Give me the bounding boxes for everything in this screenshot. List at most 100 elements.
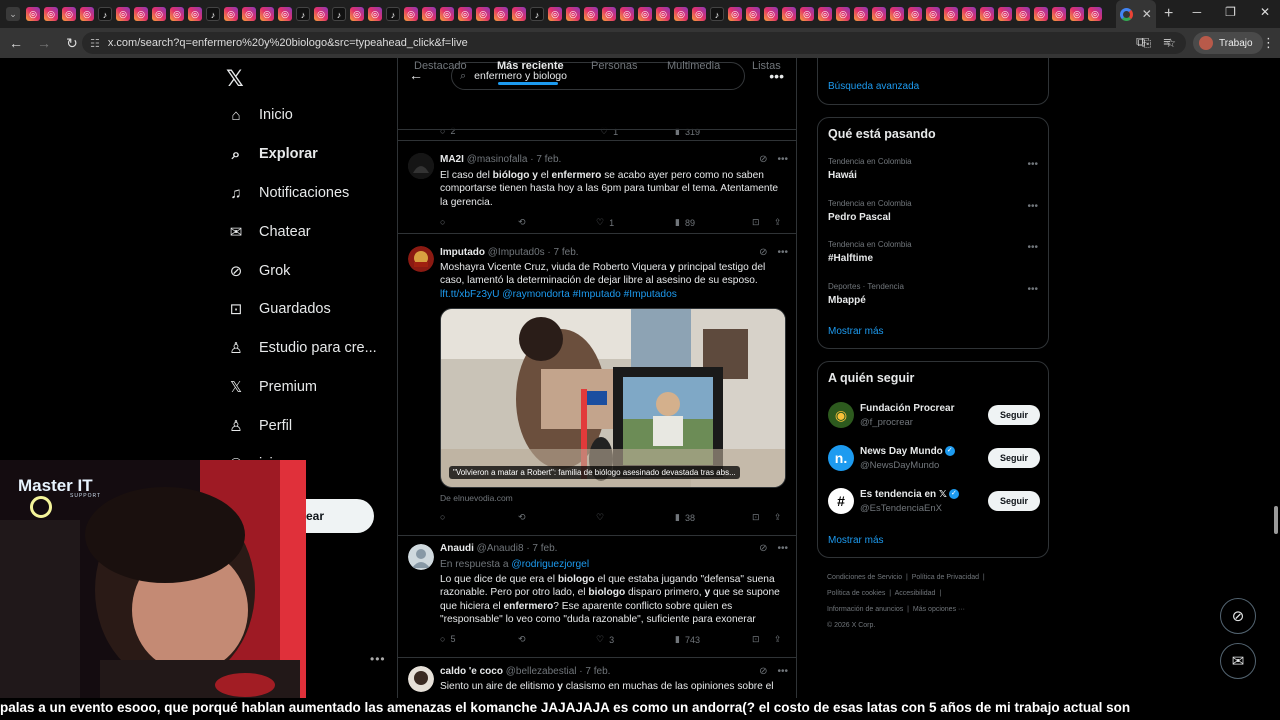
trend-more-icon[interactable]: ••• <box>1027 284 1038 295</box>
views-action[interactable]: ▮ 743 <box>675 634 700 645</box>
avatar[interactable] <box>408 153 434 179</box>
instagram-tab-icon[interactable]: ◎ <box>602 7 616 21</box>
trend-name[interactable]: Mbappé <box>828 295 866 306</box>
footer-link[interactable]: Política de Privacidad <box>912 574 979 581</box>
views-action[interactable]: ▮ 38 <box>675 512 695 523</box>
follow-suggestion[interactable]: n. News Day Mundo ✓ @NewsDayMundo Seguir <box>828 445 1040 475</box>
tab-search-icon[interactable]: ⌄ <box>6 7 20 21</box>
instagram-tab-icon[interactable]: ◎ <box>404 7 418 21</box>
follow-show-more[interactable]: Mostrar más <box>828 535 884 546</box>
instagram-tab-icon[interactable]: ◎ <box>908 7 922 21</box>
follow-button[interactable]: Seguir <box>988 405 1040 425</box>
scroll-thumb[interactable] <box>1274 506 1278 534</box>
tweet-date[interactable]: 7 feb. <box>532 543 557 554</box>
nav-item-premium[interactable]: 𝕏 Premium <box>227 378 317 396</box>
instagram-tab-icon[interactable]: ◎ <box>818 7 832 21</box>
instagram-tab-icon[interactable]: ◎ <box>692 7 706 21</box>
instagram-tab-icon[interactable]: ◎ <box>242 7 256 21</box>
instagram-tab-icon[interactable]: ◎ <box>998 7 1012 21</box>
instagram-tab-icon[interactable]: ◎ <box>746 7 760 21</box>
grok-icon[interactable]: ⊘ <box>759 247 767 258</box>
media-source[interactable]: De elnuevodia.com <box>440 493 513 503</box>
like-action[interactable]: ♡ 3 <box>596 634 614 645</box>
follow-button[interactable]: Seguir <box>988 448 1040 468</box>
instagram-tab-icon[interactable]: ◎ <box>278 7 292 21</box>
nav-item-explorar[interactable]: ⌕ Explorar <box>227 145 318 163</box>
tweet-more-icon[interactable]: ••• <box>777 154 788 165</box>
follow-name[interactable]: News Day Mundo ✓ <box>860 446 955 457</box>
instagram-tab-icon[interactable]: ◎ <box>620 7 634 21</box>
reply-to-handle[interactable]: @rodriguezjorgel <box>511 559 589 570</box>
instagram-tab-icon[interactable]: ◎ <box>1052 7 1066 21</box>
profile-button[interactable]: Trabajo <box>1193 32 1263 54</box>
instagram-tab-icon[interactable]: ◎ <box>440 7 454 21</box>
share-icon[interactable]: ⇪ <box>774 512 782 523</box>
media-control-icon[interactable]: ≡ <box>1163 34 1171 50</box>
tweet-author-handle[interactable]: @bellezabestial <box>506 666 577 677</box>
minimize-icon[interactable]: ─ <box>1193 5 1202 19</box>
forward-icon[interactable]: → <box>32 35 56 51</box>
tiktok-tab-icon[interactable]: ♪ <box>530 7 544 21</box>
grok-icon[interactable]: ⊘ <box>759 666 767 677</box>
instagram-tab-icon[interactable]: ◎ <box>962 7 976 21</box>
instagram-tab-icon[interactable]: ◎ <box>944 7 958 21</box>
instagram-tab-icon[interactable]: ◎ <box>62 7 76 21</box>
tweet-author-handle[interactable]: @Imputad0s <box>488 247 545 258</box>
tiktok-tab-icon[interactable]: ♪ <box>710 7 724 21</box>
nav-item-guardados[interactable]: ⊡ Guardados <box>227 300 331 318</box>
instagram-tab-icon[interactable]: ◎ <box>512 7 526 21</box>
tweet-more-icon[interactable]: ••• <box>777 543 788 554</box>
tab-personas[interactable]: Personas <box>591 60 637 72</box>
nav-item-chatear[interactable]: ✉ Chatear <box>227 223 311 241</box>
instagram-tab-icon[interactable]: ◎ <box>224 7 238 21</box>
address-bar[interactable]: ☷ x.com/search?q=enfermero%20y%20biologo… <box>82 32 1186 54</box>
tweet[interactable]: MA2I @masinofalla · 7 feb. ⊘ ••• El caso … <box>398 141 796 234</box>
instagram-tab-icon[interactable]: ◎ <box>152 7 166 21</box>
instagram-tab-icon[interactable]: ◎ <box>836 7 850 21</box>
like-icon[interactable]: ♡ <box>596 512 604 523</box>
tweet-more-icon[interactable]: ••• <box>777 666 788 677</box>
tiktok-tab-icon[interactable]: ♪ <box>332 7 346 21</box>
close-tab-icon[interactable]: ✕ <box>1142 7 1152 21</box>
nav-item-notificaciones[interactable]: ♫ Notificaciones <box>227 184 349 202</box>
instagram-tab-icon[interactable]: ◎ <box>170 7 184 21</box>
active-browser-tab[interactable]: ✕ <box>1116 0 1156 28</box>
tweet-links[interactable]: lft.tt/xbFz3yU @raymondorta #Imputado #I… <box>440 289 677 300</box>
footer-link[interactable]: Más opciones ··· <box>913 606 965 613</box>
tweet-author-name[interactable]: MA2I <box>440 154 464 165</box>
follow-suggestion[interactable]: ◉ Fundación Procrear @f_procrear Seguir <box>828 402 1040 432</box>
avatar[interactable] <box>408 544 434 570</box>
site-info-icon[interactable]: ☷ <box>90 37 100 50</box>
tweet-author-handle[interactable]: @Anaudi8 <box>477 543 524 554</box>
tweet-more-icon[interactable]: ••• <box>777 247 788 258</box>
tweet-date[interactable]: 7 feb. <box>585 666 610 677</box>
trend-more-icon[interactable]: ••• <box>1027 201 1038 212</box>
nav-item-estudio-para-cre-[interactable]: ♙ Estudio para cre... <box>227 339 376 357</box>
trends-show-more[interactable]: Mostrar más <box>828 326 884 337</box>
reload-icon[interactable]: ↻ <box>60 35 84 52</box>
tab-destacado[interactable]: Destacado <box>414 60 467 72</box>
reply-icon[interactable]: ○ <box>440 512 445 522</box>
tiktok-tab-icon[interactable]: ♪ <box>98 7 112 21</box>
trend-name[interactable]: Hawái <box>828 170 857 181</box>
instagram-tab-icon[interactable]: ◎ <box>764 7 778 21</box>
instagram-tab-icon[interactable]: ◎ <box>638 7 652 21</box>
instagram-tab-icon[interactable]: ◎ <box>656 7 670 21</box>
footer-link[interactable]: Accesibilidad <box>895 590 936 597</box>
nav-item-grok[interactable]: ⊘ Grok <box>227 262 291 280</box>
page-scrollbar[interactable] <box>1272 58 1280 698</box>
avatar[interactable] <box>408 246 434 272</box>
browser-menu-icon[interactable]: ⋮ <box>1262 35 1275 51</box>
avatar[interactable]: n. <box>828 445 854 471</box>
extensions-icon[interactable]: ⧉ <box>1136 34 1145 50</box>
reply-action[interactable]: ○ 5 <box>440 634 455 644</box>
views-action[interactable]: ▮ 89 <box>675 217 695 228</box>
tweet-date[interactable]: 7 feb. <box>554 247 579 258</box>
instagram-tab-icon[interactable]: ◎ <box>476 7 490 21</box>
avatar[interactable] <box>408 666 434 692</box>
trend-name[interactable]: #Halftime <box>828 253 873 264</box>
footer-link[interactable]: Información de anuncios <box>827 606 903 613</box>
footer-link[interactable]: Política de cookies <box>827 590 885 597</box>
instagram-tab-icon[interactable]: ◎ <box>782 7 796 21</box>
back-icon[interactable]: ← <box>4 35 28 51</box>
